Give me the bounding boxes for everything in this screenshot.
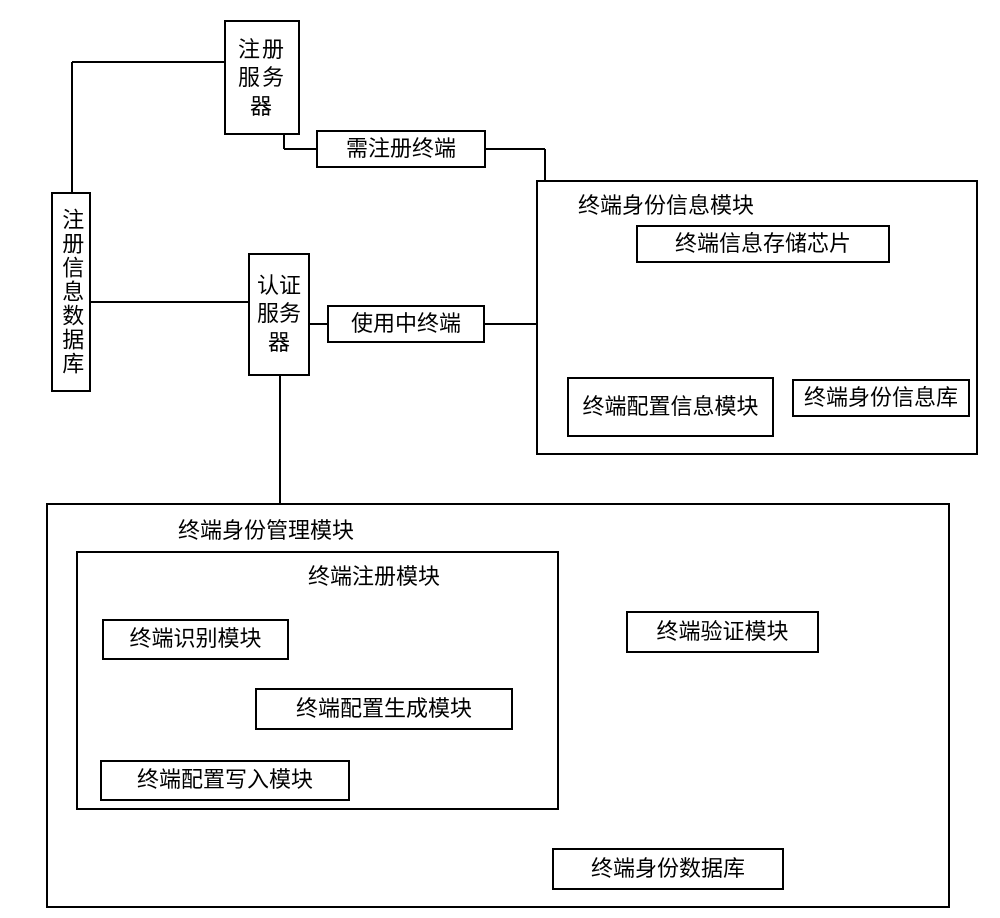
node-recog-module: 终端识别模块 <box>102 619 289 660</box>
label-id-mgmt-module: 终端身份管理模块 <box>178 513 354 545</box>
node-id-db: 终端身份数据库 <box>552 848 784 890</box>
diagram-stage: 注册信息数据库 注册服务器 需注册终端 认证服务器 使用中终端 终端身份信息模块… <box>0 0 1000 918</box>
node-auth-server: 认证服务器 <box>248 253 310 376</box>
node-reg-server: 注册服务器 <box>224 20 300 135</box>
node-in-use-terminal: 使用中终端 <box>327 305 485 343</box>
label-id-info-module: 终端身份信息模块 <box>578 188 754 220</box>
node-cfg-write-module: 终端配置写入模块 <box>100 760 350 801</box>
node-id-info-db: 终端身份信息库 <box>792 379 970 417</box>
node-verify-module: 终端验证模块 <box>626 611 819 653</box>
node-cfg-gen-module: 终端配置生成模块 <box>255 688 513 730</box>
node-info-chip: 终端信息存储芯片 <box>636 225 890 263</box>
node-reg-db: 注册信息数据库 <box>51 192 91 392</box>
node-need-reg-terminal: 需注册终端 <box>316 130 486 168</box>
node-cfg-info-module: 终端配置信息模块 <box>567 377 774 437</box>
label-reg-module: 终端注册模块 <box>308 559 440 591</box>
